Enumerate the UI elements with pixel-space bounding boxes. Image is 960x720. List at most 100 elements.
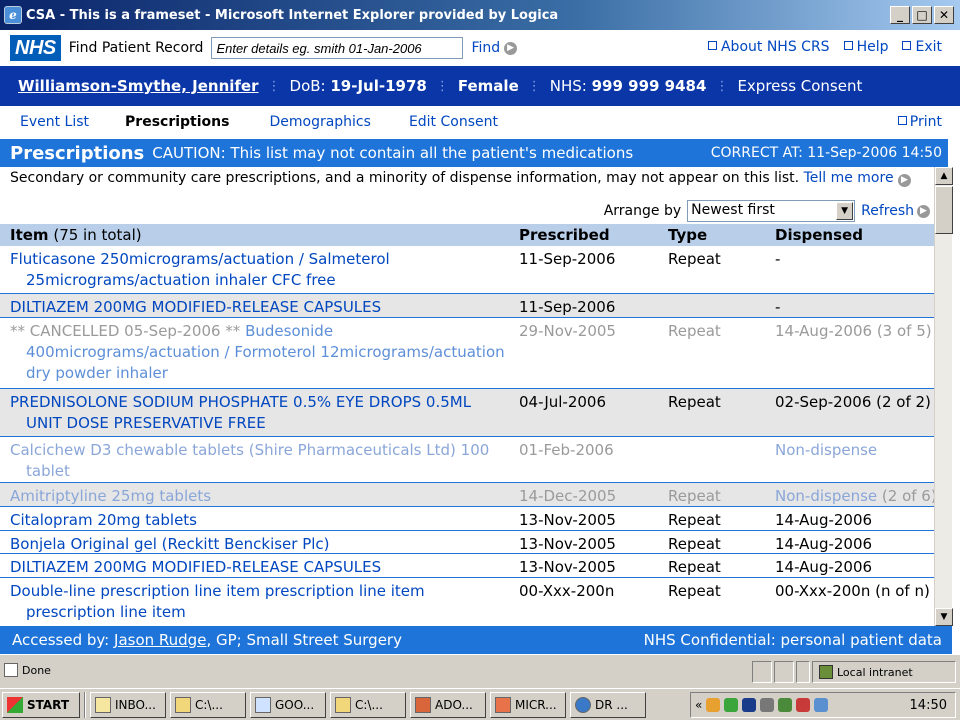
bluetooth-icon[interactable] [742, 698, 757, 712]
tray-icon[interactable] [760, 698, 775, 712]
prescription-type: Repeat [668, 582, 721, 600]
column-prescribed[interactable]: Prescribed [519, 226, 610, 244]
scroll-down-icon[interactable]: ▼ [935, 608, 953, 626]
prescription-type: Repeat [668, 511, 721, 529]
taskbar-item[interactable]: MICR... [490, 691, 566, 718]
scroll-up-icon[interactable]: ▲ [935, 167, 953, 185]
tell-me-more-link[interactable]: Tell me more ▶ [804, 170, 912, 187]
arrow-circle-icon: ▶ [917, 204, 930, 218]
item-link[interactable]: Amitriptyline 25mg tablets [10, 486, 505, 507]
find-button[interactable]: Find ▶ [471, 40, 518, 56]
table-row[interactable]: DILTIAZEM 200MG MODIFIED-RELEASE CAPSULE… [0, 554, 934, 578]
table-row[interactable]: Fluticasone 250micrograms/actuation / Sa… [0, 246, 934, 294]
patient-dob: 19-Jul-1978 [330, 77, 427, 95]
user-detail: , GP; Small Street Surgery [206, 631, 402, 649]
taskbar-item[interactable]: C:\... [170, 691, 246, 718]
powerpoint-icon [495, 696, 511, 713]
patient-search-input[interactable] [211, 37, 464, 59]
column-type[interactable]: Type [668, 226, 707, 244]
tab-demographics[interactable]: Demographics [269, 114, 370, 130]
mail-icon[interactable] [814, 698, 829, 712]
exit-link[interactable]: Exit [902, 39, 942, 55]
arrange-label: Arrange by [603, 203, 682, 219]
separator: ⋮ [715, 78, 729, 94]
table-row[interactable]: Amitriptyline 25mg tablets 14-Dec-2005 R… [0, 483, 937, 507]
prescribed-date: 11-Sep-2006 [519, 250, 616, 268]
separator: ⋮ [267, 78, 281, 94]
prescription-type: Repeat [668, 393, 721, 411]
item-link[interactable]: DILTIAZEM 200MG MODIFIED-RELEASE CAPSULE… [10, 557, 505, 578]
confidential-notice: NHS Confidential: personal patient data [643, 631, 942, 649]
patient-name[interactable]: Williamson-Smythe, Jennifer [18, 77, 259, 95]
table-row[interactable]: Calcichew D3 chewable tablets (Shire Pha… [0, 437, 934, 483]
about-link[interactable]: About NHS CRS [707, 39, 830, 55]
tray-icon[interactable] [778, 698, 793, 712]
app-header: NHS Find Patient Record Find ▶ About NHS… [0, 30, 960, 66]
tray-icon[interactable] [724, 698, 739, 712]
accessed-by-label: Accessed by: [12, 631, 110, 649]
table-row[interactable]: Citalopram 20mg tablets 13-Nov-2005 Repe… [0, 507, 934, 531]
prescription-list: Fluticasone 250micrograms/actuation / Sa… [0, 246, 937, 626]
refresh-label: Refresh [861, 203, 914, 219]
record-nav: Event List Prescriptions Demographics Ed… [0, 106, 960, 138]
item-link[interactable]: Calcichew D3 chewable tablets (Shire Pha… [10, 440, 505, 482]
tray-icon[interactable] [706, 698, 721, 712]
task-label: INBO... [115, 697, 156, 712]
arrange-bar: Arrange by Newest first ▼ Refresh ▶ [604, 200, 930, 222]
chevron-left-icon[interactable]: « [695, 698, 702, 712]
dispensed-count: (2 of 6) [881, 487, 937, 505]
tab-prescriptions[interactable]: Prescriptions [125, 114, 229, 130]
taskbar-item[interactable]: DR ... [570, 691, 646, 718]
security-zone: Local intranet [812, 661, 956, 683]
help-link-label: Help [856, 39, 889, 55]
print-link[interactable]: Print [897, 114, 942, 130]
chevron-down-icon[interactable]: ▼ [836, 202, 854, 220]
item-link[interactable]: Fluticasone 250micrograms/actuation / Sa… [10, 249, 505, 291]
windows-logo-icon [7, 696, 23, 713]
column-type-label: Type [668, 226, 708, 244]
patient-gender: Female [457, 77, 519, 95]
arrow-circle-icon: ▶ [898, 174, 912, 187]
dispensed-status: Non-dispense [775, 487, 878, 505]
dispensed-info: Non-dispense (2 of 6) [775, 486, 937, 507]
tray-icon[interactable] [796, 698, 811, 712]
item-link[interactable]: Double-line prescription line item presc… [10, 581, 505, 623]
item-link[interactable]: PREDNISOLONE SODIUM PHOSPHATE 0.5% EYE D… [10, 392, 505, 434]
taskbar-item[interactable]: C:\... [330, 691, 406, 718]
prescribed-date: 29-Nov-2005 [519, 322, 616, 340]
column-item-label: Item [10, 226, 49, 244]
vertical-scrollbar[interactable]: ▲ ▼ [934, 167, 953, 626]
minimize-button[interactable]: _ [890, 6, 910, 24]
taskbar-item[interactable]: ADO... [410, 691, 486, 718]
table-row[interactable]: ** CANCELLED 05-Sep-2006 ** Budesonide 4… [0, 318, 934, 389]
table-row[interactable]: Bonjela Original gel (Reckitt Benckiser … [0, 531, 934, 554]
refresh-button[interactable]: Refresh ▶ [861, 203, 930, 219]
window-title: CSA - This is a frameset - Microsoft Int… [26, 7, 559, 23]
start-button[interactable]: START [2, 691, 80, 718]
folder-icon [335, 696, 351, 713]
tab-event-list[interactable]: Event List [20, 114, 89, 130]
maximize-button[interactable]: □ [912, 6, 932, 24]
tab-edit-consent[interactable]: Edit Consent [409, 114, 498, 130]
column-dispensed-label: Dispensed [775, 226, 863, 244]
taskbar-item[interactable]: INBO... [90, 691, 166, 718]
dispensed-info: 00-Xxx-200n (n of n) [775, 582, 930, 600]
item-link[interactable]: Citalopram 20mg tablets [10, 510, 505, 531]
item-link[interactable]: Bonjela Original gel (Reckitt Benckiser … [10, 534, 505, 555]
scroll-thumb[interactable] [935, 186, 953, 234]
taskbar-clock[interactable]: 14:50 [910, 698, 947, 713]
item-link[interactable]: ** CANCELLED 05-Sep-2006 ** Budesonide 4… [10, 321, 505, 384]
taskbar-item[interactable]: GOO... [250, 691, 326, 718]
table-row[interactable]: Double-line prescription line item presc… [0, 578, 934, 626]
accessing-user[interactable]: Jason Rudge [114, 631, 206, 649]
help-link[interactable]: Help [843, 39, 889, 55]
table-row[interactable]: PREDNISOLONE SODIUM PHOSPHATE 0.5% EYE D… [0, 389, 934, 437]
close-button[interactable]: ✕ [934, 6, 954, 24]
item-link[interactable]: DILTIAZEM 200MG MODIFIED-RELEASE CAPSULE… [10, 297, 505, 318]
column-dispensed[interactable]: Dispensed [775, 226, 863, 244]
sort-order-select[interactable]: Newest first ▼ [687, 200, 856, 222]
dispensed-info: 02-Sep-2006 (2 of 2) [775, 393, 931, 411]
column-item[interactable]: Item (75 in total) [10, 226, 142, 244]
prescribed-date: 01-Feb-2006 [519, 441, 614, 459]
table-row[interactable]: DILTIAZEM 200MG MODIFIED-RELEASE CAPSULE… [0, 294, 934, 318]
